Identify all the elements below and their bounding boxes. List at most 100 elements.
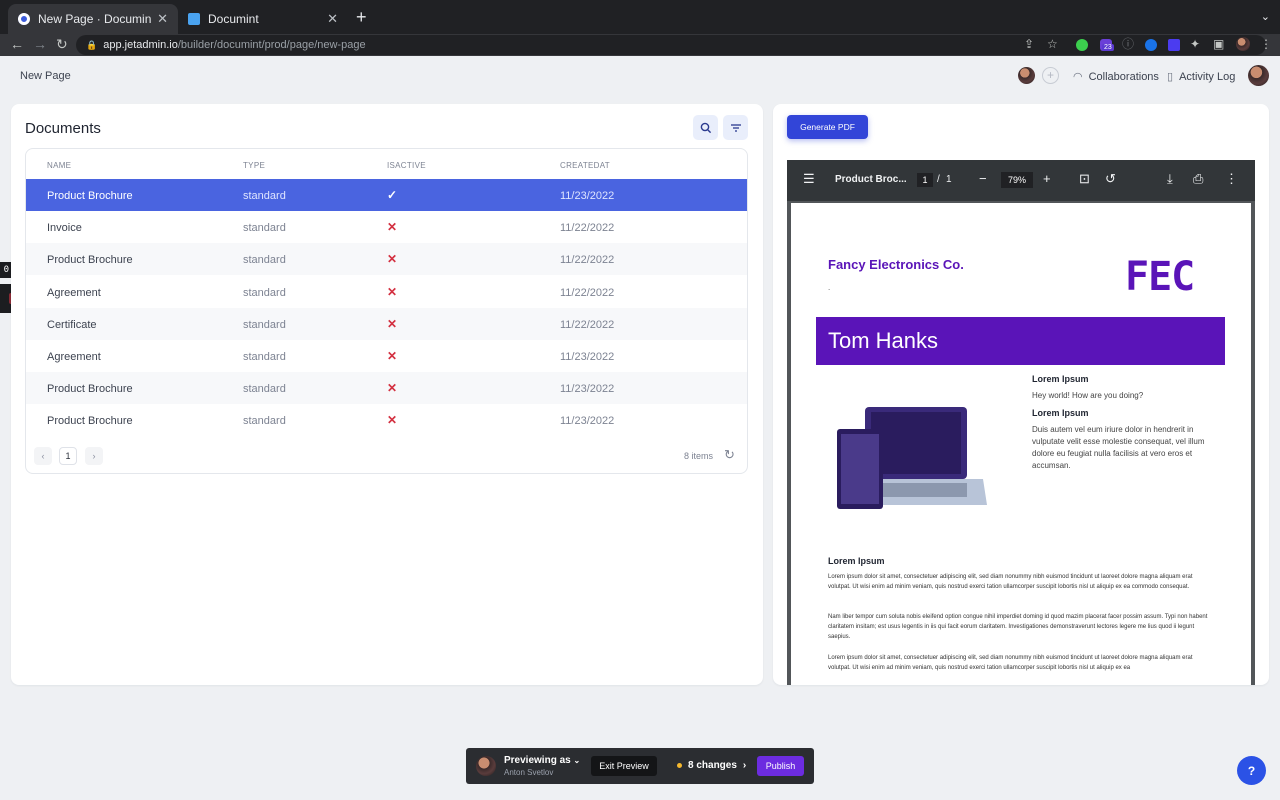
zoom-in-icon[interactable]: + (1043, 171, 1051, 187)
filter-button[interactable] (723, 115, 748, 140)
documents-card: Documents NAME TYPE ISACTIVE CREATEDAT P… (11, 104, 763, 685)
laptop-illustration (837, 407, 987, 509)
profile-avatar[interactable] (1236, 37, 1250, 51)
more-options-icon[interactable]: ⋮ (1225, 171, 1238, 187)
forward-icon[interactable]: → (33, 36, 47, 52)
search-icon (700, 122, 711, 133)
url-host: app.jetadmin.io (103, 39, 178, 51)
cross-icon: ✕ (387, 316, 398, 331)
pdf-viewer-toolbar: ☰ Product Broc... 1 / 1 − 79% + ⊡ ↺ ⤓ ⎙ … (787, 160, 1255, 201)
reload-icon[interactable]: ↻ (56, 36, 68, 52)
fit-page-icon[interactable]: ⊡ (1079, 171, 1090, 187)
customer-name-banner: Tom Hanks (816, 317, 1225, 365)
side-panel-icon[interactable]: ▣ (1213, 37, 1224, 51)
menu-icon[interactable]: ☰ (803, 171, 815, 187)
preview-user-name: Anton Svetlov (504, 768, 554, 777)
collaborator-avatar[interactable] (1018, 67, 1035, 84)
help-button[interactable]: ? (1237, 756, 1266, 785)
table-row[interactable]: Product Brochure standard ✕ 11/23/2022 (26, 404, 747, 436)
refresh-icon[interactable]: ↻ (724, 447, 735, 463)
tab-search-chevron-icon[interactable]: ⌄ (1261, 10, 1270, 23)
chevron-down-icon: ⌄ (573, 756, 581, 765)
exit-preview-button[interactable]: Exit Preview (591, 756, 657, 776)
publish-button[interactable]: Publish (757, 756, 804, 776)
chevron-right-icon: › (742, 760, 747, 771)
cross-icon: ✕ (387, 413, 398, 428)
extension-indigo-icon[interactable] (1168, 39, 1180, 51)
table-row[interactable]: Product Brochure standard ✓ 11/23/2022 (26, 179, 747, 211)
activity-log-link[interactable]: ▯ Activity Log (1167, 70, 1235, 84)
changes-button[interactable]: 8 changes › (677, 760, 746, 771)
lock-icon: 🔒 (86, 39, 98, 50)
page-total: 1 (946, 174, 952, 185)
cell-createdat: 11/23/2022 (560, 383, 615, 396)
tab-new-page[interactable]: New Page · Documint ✕ (8, 4, 178, 34)
page-number-button[interactable]: 1 (59, 447, 77, 465)
close-tab-icon[interactable]: ✕ (157, 11, 168, 27)
generate-pdf-button[interactable]: Generate PDF (787, 115, 868, 139)
zoom-input[interactable]: 79% (1001, 172, 1033, 188)
cross-icon: ✕ (387, 349, 398, 363)
cell-createdat: 11/22/2022 (560, 222, 615, 235)
cell-createdat: 11/22/2022 (560, 254, 615, 267)
previewing-as-dropdown[interactable]: Previewing as ⌄ (504, 755, 580, 766)
extension-badge: 23 (1102, 44, 1114, 51)
bookmark-star-icon[interactable]: ☆ (1047, 37, 1058, 51)
column-header-isactive[interactable]: ISACTIVE (387, 161, 426, 170)
page-input[interactable]: 1 (917, 173, 933, 187)
cell-createdat: 11/23/2022 (560, 415, 615, 428)
documents-title: Documents (25, 120, 101, 137)
add-collaborator-icon[interactable]: + (1042, 67, 1059, 84)
share-icon[interactable]: ⇪ (1024, 37, 1034, 51)
headset-icon: ◠ (1073, 71, 1083, 83)
column-header-type[interactable]: TYPE (243, 161, 265, 170)
column-header-name[interactable]: NAME (47, 161, 71, 170)
cell-type: standard (243, 351, 286, 363)
cell-name: Product Brochure (47, 254, 133, 267)
collaborations-link[interactable]: ◠ Collaborations (1073, 70, 1159, 84)
column-header-createdat[interactable]: CREATEDAT (560, 161, 610, 170)
pdf-page: Fancy Electronics Co. . FEC Tom Hanks Lo… (791, 203, 1251, 685)
search-button[interactable] (693, 115, 718, 140)
cell-type: standard (243, 318, 286, 331)
cell-type: standard (243, 286, 286, 299)
prev-page-button[interactable]: ‹ (34, 447, 52, 465)
body-paragraph: Lorem ipsum dolor sit amet, consectetuer… (828, 655, 1193, 671)
tab-title: New Page · Documint (38, 12, 152, 26)
check-icon: ✓ (387, 188, 398, 202)
table-row[interactable]: Agreement standard ✕ 11/23/2022 (26, 340, 747, 372)
back-icon[interactable]: ← (10, 36, 24, 52)
section-heading: Lorem Ipsum (1032, 374, 1089, 384)
info-icon[interactable]: ⓘ (1122, 37, 1134, 51)
table-row[interactable]: Product Brochure standard ✕ 11/22/2022 (26, 243, 747, 276)
user-avatar[interactable] (1248, 65, 1269, 86)
preview-user-avatar (476, 756, 496, 776)
cell-type: standard (243, 254, 286, 267)
tab-title: Documint (208, 12, 259, 26)
new-tab-icon[interactable]: + (356, 8, 367, 26)
book-icon: ▯ (1167, 71, 1174, 83)
cross-icon: ✕ (387, 284, 398, 299)
table-row[interactable]: Invoice standard ✕ 11/22/2022 (26, 211, 747, 243)
table-row[interactable]: Product Brochure standard ✕ 11/23/2022 (26, 372, 747, 405)
filter-icon (730, 123, 741, 132)
close-tab-icon[interactable]: ✕ (327, 11, 338, 27)
table-row[interactable]: Agreement standard ✕ 11/22/2022 (26, 276, 747, 308)
print-icon[interactable]: ⎙ (1193, 171, 1203, 187)
items-count: 8 items (684, 451, 714, 461)
section-heading: Lorem Ipsum (828, 556, 885, 566)
cell-name: Product Brochure (47, 383, 133, 396)
next-page-button[interactable]: › (85, 447, 103, 465)
rotate-icon[interactable]: ↺ (1105, 171, 1116, 187)
zoom-out-icon[interactable]: − (979, 171, 987, 187)
pdf-viewer: ☰ Product Broc... 1 / 1 − 79% + ⊡ ↺ ⤓ ⎙ … (787, 160, 1255, 685)
table-row[interactable]: Certificate standard ✕ 11/22/2022 (26, 307, 747, 340)
pdf-doc-title: Product Broc... (835, 174, 907, 185)
download-icon[interactable]: ⤓ (1167, 171, 1173, 187)
cell-type: standard (243, 383, 286, 396)
tab-documint[interactable]: Documint ✕ (178, 4, 348, 34)
browser-menu-icon[interactable]: ⋮ (1260, 37, 1272, 51)
extensions-puzzle-icon[interactable]: ✦ (1190, 37, 1200, 51)
extension-blue-icon[interactable] (1145, 39, 1157, 51)
extension-green-icon[interactable] (1076, 39, 1088, 51)
